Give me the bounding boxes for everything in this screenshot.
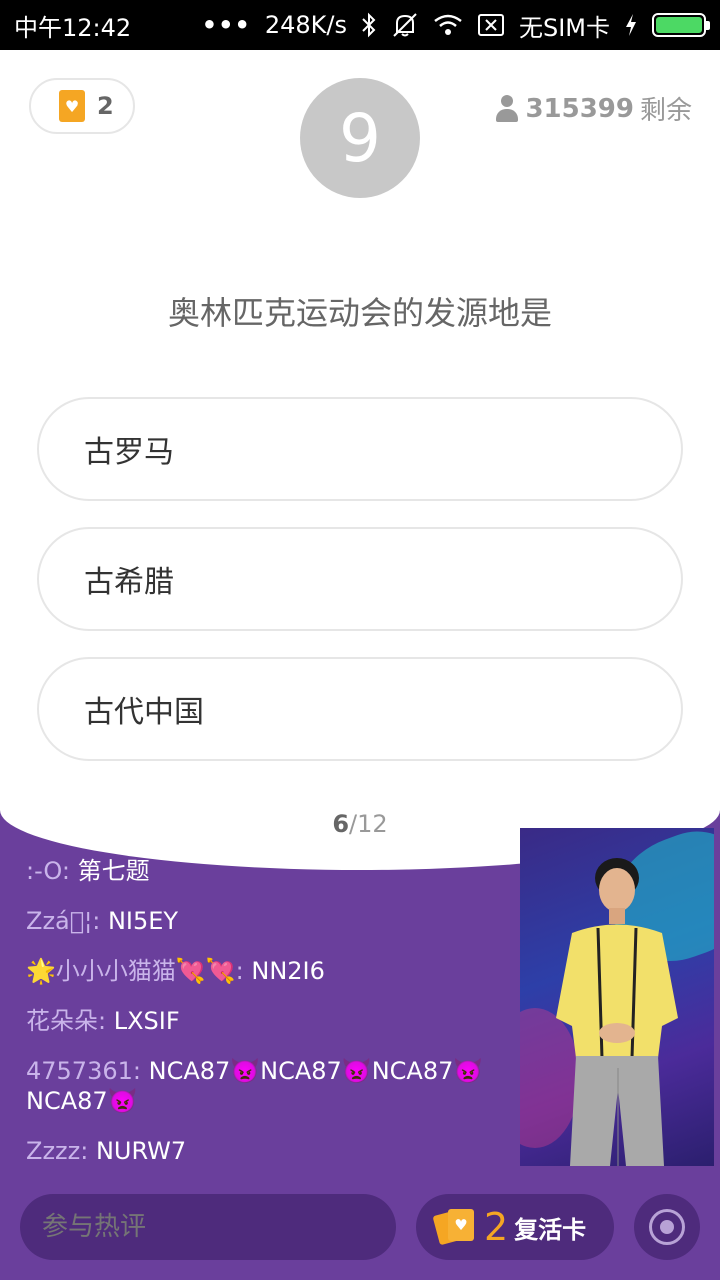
heart-emoji: 💘💘 bbox=[175, 957, 236, 985]
chat-username: 花朵朵 bbox=[26, 1007, 98, 1035]
more-dots: ••• bbox=[201, 11, 251, 39]
revive-card-button[interactable]: ♥ 2 复活卡 bbox=[416, 1194, 614, 1260]
revive-card-icon: ♥ bbox=[432, 1207, 478, 1247]
status-right: ••• 248K/s 无SIM卡 bbox=[201, 8, 710, 43]
host-figure bbox=[556, 858, 678, 1166]
question-text: 奥林匹克运动会的发源地是 bbox=[167, 294, 552, 332]
host-video[interactable] bbox=[520, 828, 714, 1166]
comment-input[interactable] bbox=[20, 1194, 396, 1260]
status-time: 中午12:42 bbox=[14, 13, 132, 42]
chat-message: 4757361: NCA87👿NCA87👿NCA87👿NCA87👿 bbox=[26, 1057, 484, 1115]
no-sim-icon bbox=[477, 13, 505, 37]
chat-message: 🌟小小小猫猫💘💘: NN2I6 bbox=[26, 957, 325, 985]
chat-text: LXSIF bbox=[113, 1007, 180, 1035]
chat-text: NI5EY bbox=[107, 907, 179, 935]
chat-username: Zzzz bbox=[26, 1137, 81, 1165]
chat-message: :-O: 第七题 bbox=[26, 857, 150, 885]
person-icon bbox=[495, 94, 519, 123]
revive-label: 复活卡 bbox=[514, 1215, 587, 1244]
share-button[interactable] bbox=[634, 1194, 700, 1260]
mute-icon bbox=[391, 12, 419, 38]
progress-current: 6 bbox=[332, 810, 350, 838]
remaining-count: 315399 bbox=[525, 93, 634, 124]
answer-option-3[interactable]: 古代中国 bbox=[37, 657, 683, 761]
target-icon bbox=[649, 1209, 685, 1245]
chat-text: 第七题 bbox=[77, 857, 150, 885]
answer-option-2[interactable]: 古希腊 bbox=[37, 527, 683, 631]
chat-message: Zzzz: NURW7 bbox=[26, 1137, 187, 1165]
status-bar: 中午12:42 ••• 248K/s 无SIM卡 bbox=[0, 0, 720, 50]
remaining-players: 315399 剩余 bbox=[495, 90, 692, 127]
sim-status: 无SIM卡 bbox=[518, 13, 610, 42]
chat-message: 花朵朵: LXSIF bbox=[26, 1007, 180, 1035]
lives-badge[interactable]: ♥ 2 bbox=[29, 78, 135, 134]
heart-card-icon: ♥ bbox=[59, 90, 85, 122]
answer-option-1[interactable]: 古罗马 bbox=[37, 397, 683, 501]
chat-feed: :-O: 第七题 Zzá ¦: NI5EY 🌟小小小猫猫💘💘: NN2I6 花朵… bbox=[26, 856, 506, 1186]
chat-username: :-O bbox=[26, 857, 62, 885]
revive-count: 2 bbox=[484, 1205, 509, 1249]
progress-total: /12 bbox=[349, 810, 388, 838]
chat-username: 4757361 bbox=[26, 1057, 133, 1085]
question-card: ♥ 2 9 315399 剩余 奥林匹克运动会的发源地是 古罗马 古希腊 古代中… bbox=[0, 50, 720, 870]
lives-count: 2 bbox=[97, 92, 114, 120]
wifi-icon bbox=[433, 13, 463, 37]
network-speed: 248K/s bbox=[264, 11, 347, 39]
battery-icon bbox=[652, 13, 710, 37]
bluetooth-icon bbox=[361, 12, 377, 38]
chat-text: NURW7 bbox=[95, 1137, 187, 1165]
battery-fill bbox=[656, 17, 702, 33]
chat-username: Zzá ¦ bbox=[26, 907, 93, 935]
chat-text: NN2I6 bbox=[251, 957, 325, 985]
bottom-bar: ♥ 2 复活卡 bbox=[0, 1180, 720, 1280]
charging-icon bbox=[624, 13, 638, 37]
countdown-timer: 9 bbox=[300, 78, 420, 198]
chat-username: 小小小猫猫 bbox=[55, 957, 176, 985]
chat-message: Zzá ¦: NI5EY bbox=[26, 907, 179, 935]
remaining-label: 剩余 bbox=[639, 96, 692, 126]
star-emoji: 🌟 bbox=[26, 957, 56, 985]
